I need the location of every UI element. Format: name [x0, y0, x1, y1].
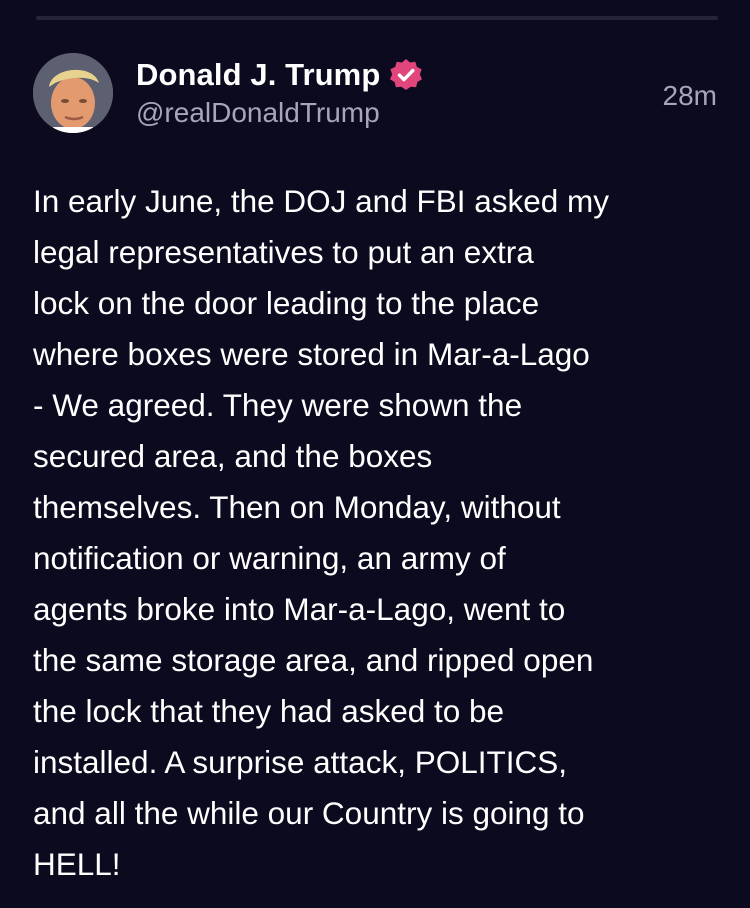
author-name[interactable]: Donald J. Trump: [136, 57, 380, 93]
post-timestamp[interactable]: 28m: [663, 80, 717, 112]
name-row: Donald J. Trump: [136, 56, 423, 94]
post-header: Donald J. Trump @realDonaldTrump 28m: [33, 53, 719, 135]
author-handle[interactable]: @realDonaldTrump: [136, 97, 423, 129]
top-divider: [36, 16, 718, 20]
post-body-text: In early June, the DOJ and FBI asked my …: [33, 183, 610, 882]
avatar-portrait-icon: [33, 53, 113, 133]
verified-badge-icon: [389, 58, 423, 92]
author-block: Donald J. Trump @realDonaldTrump: [136, 56, 423, 129]
avatar[interactable]: [33, 53, 113, 133]
